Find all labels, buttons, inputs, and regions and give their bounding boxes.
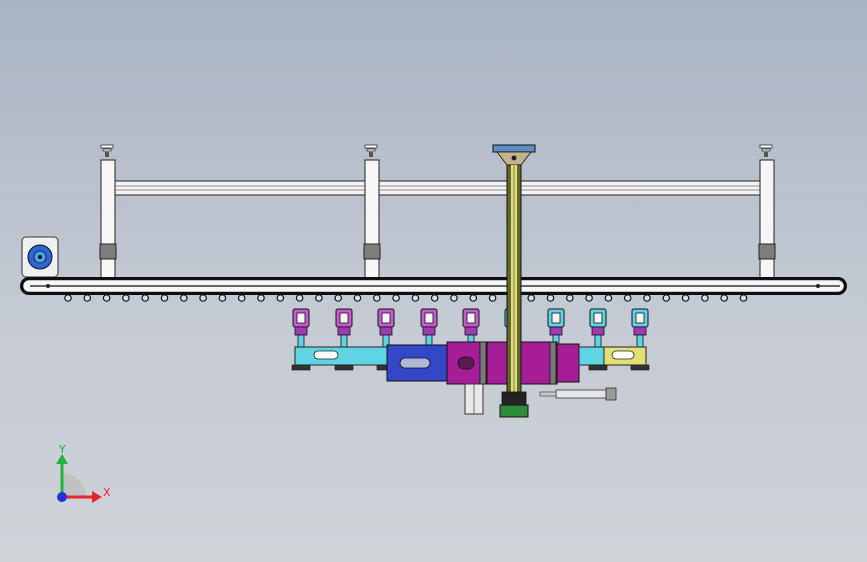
chain-pin — [122, 294, 130, 302]
belt-end-pulley-left — [46, 284, 50, 288]
chain-pin — [623, 294, 632, 302]
chain-pin — [141, 294, 150, 302]
chain-pin — [199, 294, 207, 302]
chain-pin — [102, 294, 111, 302]
chain-pin — [411, 294, 420, 302]
chain-pin — [160, 294, 169, 302]
chain-pin — [681, 294, 690, 302]
chain-pin — [565, 294, 574, 302]
chain-pin — [720, 294, 729, 302]
x-axis-label: X — [103, 486, 111, 499]
chain-pin — [218, 294, 227, 302]
chain-pin — [739, 294, 748, 302]
chain-pin — [546, 294, 555, 302]
chain-pin — [604, 294, 613, 302]
chain-pin — [585, 294, 593, 302]
chain-pin — [237, 294, 246, 302]
chain-pin — [527, 294, 536, 302]
conveyor-belt[interactable] — [20, 277, 847, 295]
cad-viewport[interactable]: Y X — [0, 0, 867, 562]
pneumatic-cylinder[interactable] — [539, 387, 617, 401]
chain-pin — [334, 294, 343, 302]
carriage-assembly[interactable] — [294, 341, 647, 415]
chain-pin — [430, 294, 439, 302]
chain-pin — [488, 294, 497, 302]
chain-pin — [64, 294, 72, 302]
chain-pin — [83, 294, 92, 302]
chain-pin — [257, 294, 265, 302]
drive-motor[interactable] — [21, 236, 59, 278]
y-axis-label: Y — [58, 443, 66, 456]
chain-pin — [392, 294, 400, 302]
leveling-foot-icon — [759, 144, 773, 157]
chain-pin — [450, 294, 458, 302]
leveling-foot-icon — [100, 144, 114, 157]
chain-pin — [315, 294, 323, 302]
chain-pin — [643, 294, 651, 302]
chain-pin — [295, 294, 304, 302]
frame-post-left[interactable] — [99, 144, 117, 280]
z-axis-icon — [57, 492, 67, 502]
frame-post-right[interactable] — [758, 144, 776, 280]
chain-pin — [353, 294, 362, 302]
chain-pin — [662, 294, 671, 302]
chain-pin — [180, 294, 188, 302]
chain-pin — [701, 294, 709, 302]
x-arrow-icon — [92, 491, 102, 503]
conveyor-chain-pins — [64, 294, 748, 302]
chain-pin — [372, 294, 381, 302]
coordinate-triad: Y X — [56, 443, 111, 503]
frame-post-middle[interactable] — [363, 144, 381, 280]
cad-model-view[interactable]: Y X — [0, 0, 867, 562]
chain-pin — [469, 294, 478, 302]
leveling-foot-icon — [364, 144, 378, 157]
top-frame-beam[interactable] — [107, 180, 769, 196]
chain-pin — [276, 294, 285, 302]
belt-end-pulley-right — [816, 284, 820, 288]
